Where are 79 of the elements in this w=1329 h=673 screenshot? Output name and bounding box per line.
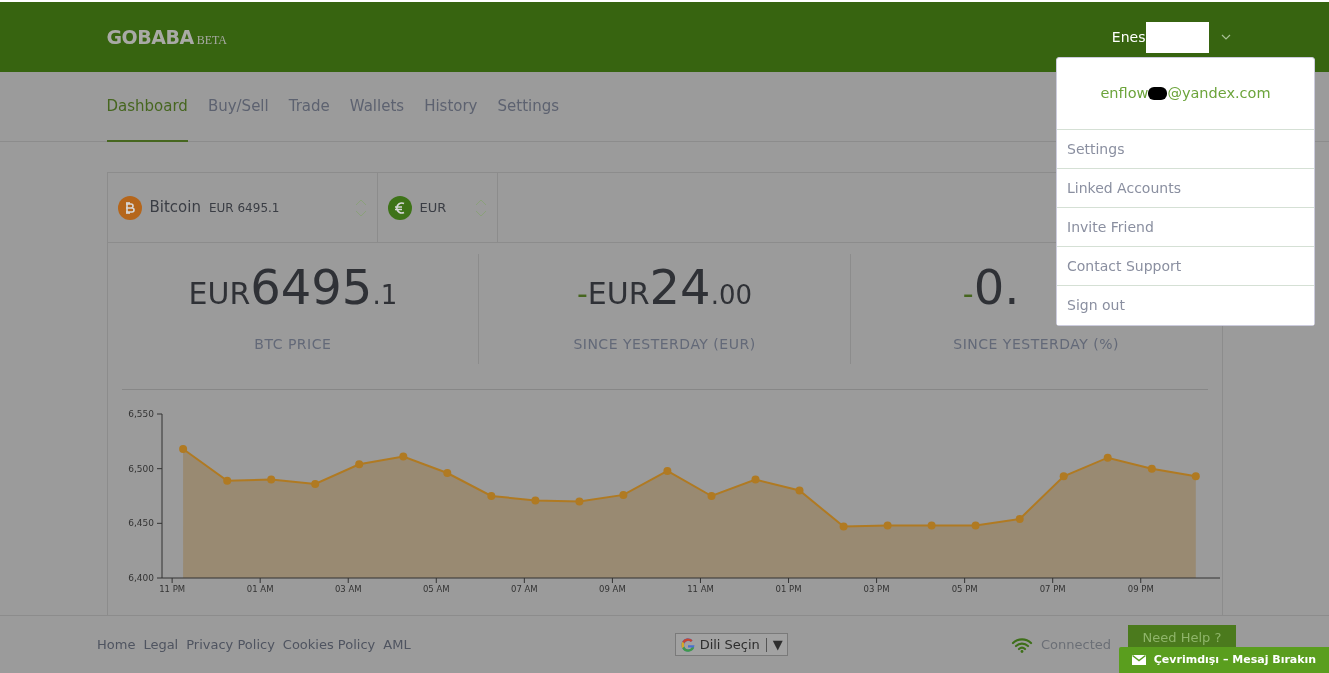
nav-tab[interactable]: Wallets xyxy=(349,72,405,142)
x-tick-label: 05 AM xyxy=(422,584,450,594)
beta-label: BETA xyxy=(196,31,227,49)
data-point xyxy=(1103,453,1112,462)
currency-name: Bitcoin xyxy=(149,197,201,219)
x-tick-label: 11 AM xyxy=(686,584,714,594)
data-point xyxy=(751,475,759,484)
x-tick-label: 01 AM xyxy=(246,584,273,594)
data-point xyxy=(1015,515,1024,523)
data-point xyxy=(707,492,715,500)
stat-label: BTC PRICE xyxy=(254,335,332,354)
x-tick-label: 09 PM xyxy=(1127,584,1154,594)
logo[interactable]: GOBABA xyxy=(106,22,194,52)
currency-price: EUR 6495.1 xyxy=(208,199,280,217)
currency-selector[interactable]: Bitcoin EUR 6495.1 xyxy=(107,173,378,242)
data-point xyxy=(222,476,231,485)
data-point xyxy=(398,452,407,461)
nav-tab[interactable]: History xyxy=(424,72,478,142)
footer-link[interactable]: Privacy Policy xyxy=(186,634,275,655)
y-tick-label: 6,400 xyxy=(127,573,154,583)
google-g-icon xyxy=(679,636,696,653)
data-point xyxy=(310,480,319,488)
data-point xyxy=(486,492,495,500)
x-tick-label: 07 AM xyxy=(510,584,538,594)
nav-tab[interactable]: Trade xyxy=(288,72,330,142)
data-point xyxy=(1191,472,1200,481)
language-select[interactable]: Dili Seçin ▼ xyxy=(674,632,788,657)
data-point xyxy=(1059,472,1068,481)
data-point xyxy=(927,521,936,530)
x-tick-label: 01 PM xyxy=(775,584,801,594)
footer-link[interactable]: Legal xyxy=(143,634,179,655)
data-point xyxy=(530,496,539,505)
data-point xyxy=(354,460,363,469)
currency-name: EUR xyxy=(419,198,447,217)
data-point xyxy=(1147,464,1156,473)
stat-label: SINCE YESTERDAY (EUR) xyxy=(573,335,756,354)
x-tick-label: 09 AM xyxy=(598,584,626,594)
data-point xyxy=(795,486,803,495)
redaction-mark xyxy=(1145,21,1209,53)
wifi-icon xyxy=(1011,636,1033,653)
stat-label: SINCE YESTERDAY (%) xyxy=(953,335,1120,354)
data-point xyxy=(618,490,627,499)
footer-link[interactable]: Home xyxy=(97,634,136,655)
footer-link[interactable]: AML xyxy=(383,634,411,655)
nav-tab[interactable]: Dashboard xyxy=(106,72,188,142)
y-tick-label: 6,450 xyxy=(127,518,154,529)
footer-link[interactable]: Cookies Policy xyxy=(282,634,376,655)
mail-icon xyxy=(1131,655,1146,665)
data-point xyxy=(662,466,671,475)
nav-tab[interactable]: Buy/Sell xyxy=(207,72,269,142)
nav-tab[interactable]: Settings xyxy=(497,72,560,142)
user-name[interactable]: Enes xyxy=(1111,26,1146,48)
data-point xyxy=(883,521,892,530)
data-point xyxy=(574,497,583,506)
data-point xyxy=(839,522,848,531)
sort-arrows-icon xyxy=(354,197,367,218)
x-tick-label: 03 PM xyxy=(863,584,890,594)
data-point xyxy=(442,469,451,477)
stat-value: EUR6495.1 xyxy=(188,263,398,316)
redaction-mark xyxy=(1148,87,1168,100)
x-tick-label: 11 PM xyxy=(158,584,185,594)
data-point xyxy=(266,475,275,484)
stat-value: -0. xyxy=(962,263,1020,316)
currency-selector[interactable]: EUR xyxy=(377,173,498,242)
chevron-down-icon[interactable] xyxy=(1220,34,1231,40)
x-tick-label: 07 PM xyxy=(1039,584,1066,594)
chat-button[interactable]: Çevrimdışı – Mesaj Bırakın xyxy=(1119,647,1329,673)
bitcoin-icon xyxy=(117,195,142,220)
data-point xyxy=(178,445,187,453)
stat-value: -EUR24.00 xyxy=(577,263,752,316)
y-tick-label: 6,550 xyxy=(127,409,154,419)
y-tick-label: 6,500 xyxy=(127,463,154,474)
sort-arrows-icon xyxy=(474,197,487,218)
euro-icon xyxy=(387,195,412,220)
email-start: enflow xyxy=(1100,83,1149,103)
data-point xyxy=(971,521,980,530)
x-tick-label: 05 PM xyxy=(951,584,978,594)
email-end: @yandex.com xyxy=(1167,83,1271,103)
x-tick-label: 03 AM xyxy=(334,584,362,594)
